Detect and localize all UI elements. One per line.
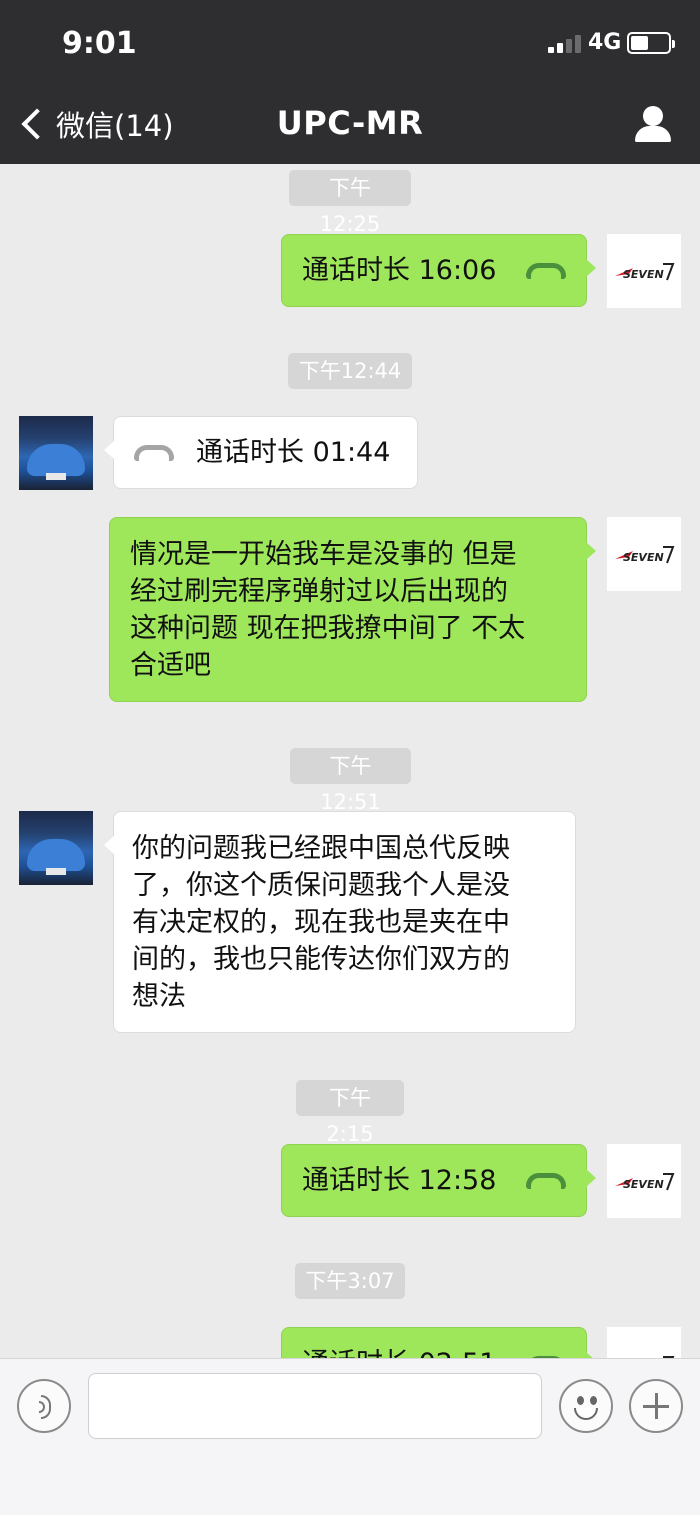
chat-area[interactable]: 下午12:25 通话时长 16:06 SEVEN 下午12:44 通话时长 01…: [0, 164, 700, 1358]
call-message[interactable]: 通话时长 01:44: [104, 416, 418, 489]
call-duration: 通话时长 02:51: [302, 1345, 526, 1358]
message-line: 你的问题我已经跟中国总代反映: [132, 833, 510, 864]
call-message[interactable]: 通话时长 02:51: [281, 1327, 596, 1358]
network-type: 4G: [588, 30, 622, 55]
timestamp: 下午12:51: [290, 748, 411, 814]
seven-logo-icon: SEVEN: [615, 1173, 675, 1191]
seven-logo-icon: SEVEN: [615, 546, 675, 564]
nav-bar: 微信(14) UPC-MR: [0, 86, 700, 164]
call-duration: 通话时长 01:44: [196, 437, 391, 468]
profile-icon[interactable]: [634, 106, 672, 142]
call-duration: 通话时长 12:58: [302, 1165, 497, 1196]
chat-title: UPC-MR: [276, 104, 424, 142]
emoji-button[interactable]: [559, 1379, 613, 1433]
svg-text:SEVEN: SEVEN: [623, 551, 664, 564]
timestamp: 下午12:25: [289, 170, 411, 236]
message-line: 这种问题 现在把我撩中间了 不太: [130, 613, 526, 644]
more-button[interactable]: [629, 1379, 683, 1433]
message-line: 合适吧: [130, 650, 211, 681]
my-avatar[interactable]: SEVEN: [607, 234, 681, 308]
status-time: 9:01: [62, 26, 137, 61]
contact-avatar[interactable]: [19, 811, 93, 885]
text-message[interactable]: 情况是一开始我车是没事的 但是 经过刷完程序弹射过以后出现的 这种问题 现在把我…: [109, 517, 596, 702]
emoji-icon: [577, 1396, 584, 1405]
message-line: 想法: [132, 981, 186, 1012]
call-message[interactable]: 通话时长 16:06: [281, 234, 596, 307]
call-message[interactable]: 通话时长 12:58: [281, 1144, 596, 1217]
svg-text:SEVEN: SEVEN: [623, 1178, 664, 1191]
message-line: 有决定权的，现在我也是夹在中: [132, 907, 510, 938]
call-duration: 通话时长 16:06: [302, 255, 497, 286]
my-avatar[interactable]: SEVEN: [607, 1327, 681, 1358]
voice-input-button[interactable]: [17, 1379, 71, 1433]
contact-avatar[interactable]: [19, 416, 93, 490]
status-bar: 9:01 4G: [0, 0, 700, 86]
svg-text:SEVEN: SEVEN: [623, 268, 664, 281]
text-message[interactable]: 你的问题我已经跟中国总代反映 了，你这个质保问题我个人是没 有决定权的，现在我也…: [104, 811, 576, 1033]
phone-icon: [134, 444, 174, 461]
my-avatar[interactable]: SEVEN: [607, 517, 681, 591]
my-avatar[interactable]: SEVEN: [607, 1144, 681, 1218]
message-line: 经过刷完程序弹射过以后出现的: [130, 576, 508, 607]
message-input[interactable]: [88, 1373, 542, 1439]
message-line: 了，你这个质保问题我个人是没: [132, 870, 510, 901]
seven-logo-icon: SEVEN: [615, 263, 675, 281]
timestamp: 下午2:15: [296, 1080, 404, 1146]
signal-icon: [548, 35, 582, 53]
timestamp: 下午12:44: [288, 353, 412, 389]
battery-icon: [627, 32, 675, 54]
message-line: 情况是一开始我车是没事的 但是: [130, 539, 517, 570]
timestamp: 下午3:07: [295, 1263, 405, 1299]
input-bar: [0, 1358, 700, 1515]
top-bar: 9:01 4G 微信(14) UPC-MR: [0, 0, 700, 164]
phone-icon: [526, 262, 566, 279]
message-line: 间的，我也只能传达你们双方的: [132, 944, 510, 975]
phone-icon: [526, 1172, 566, 1189]
